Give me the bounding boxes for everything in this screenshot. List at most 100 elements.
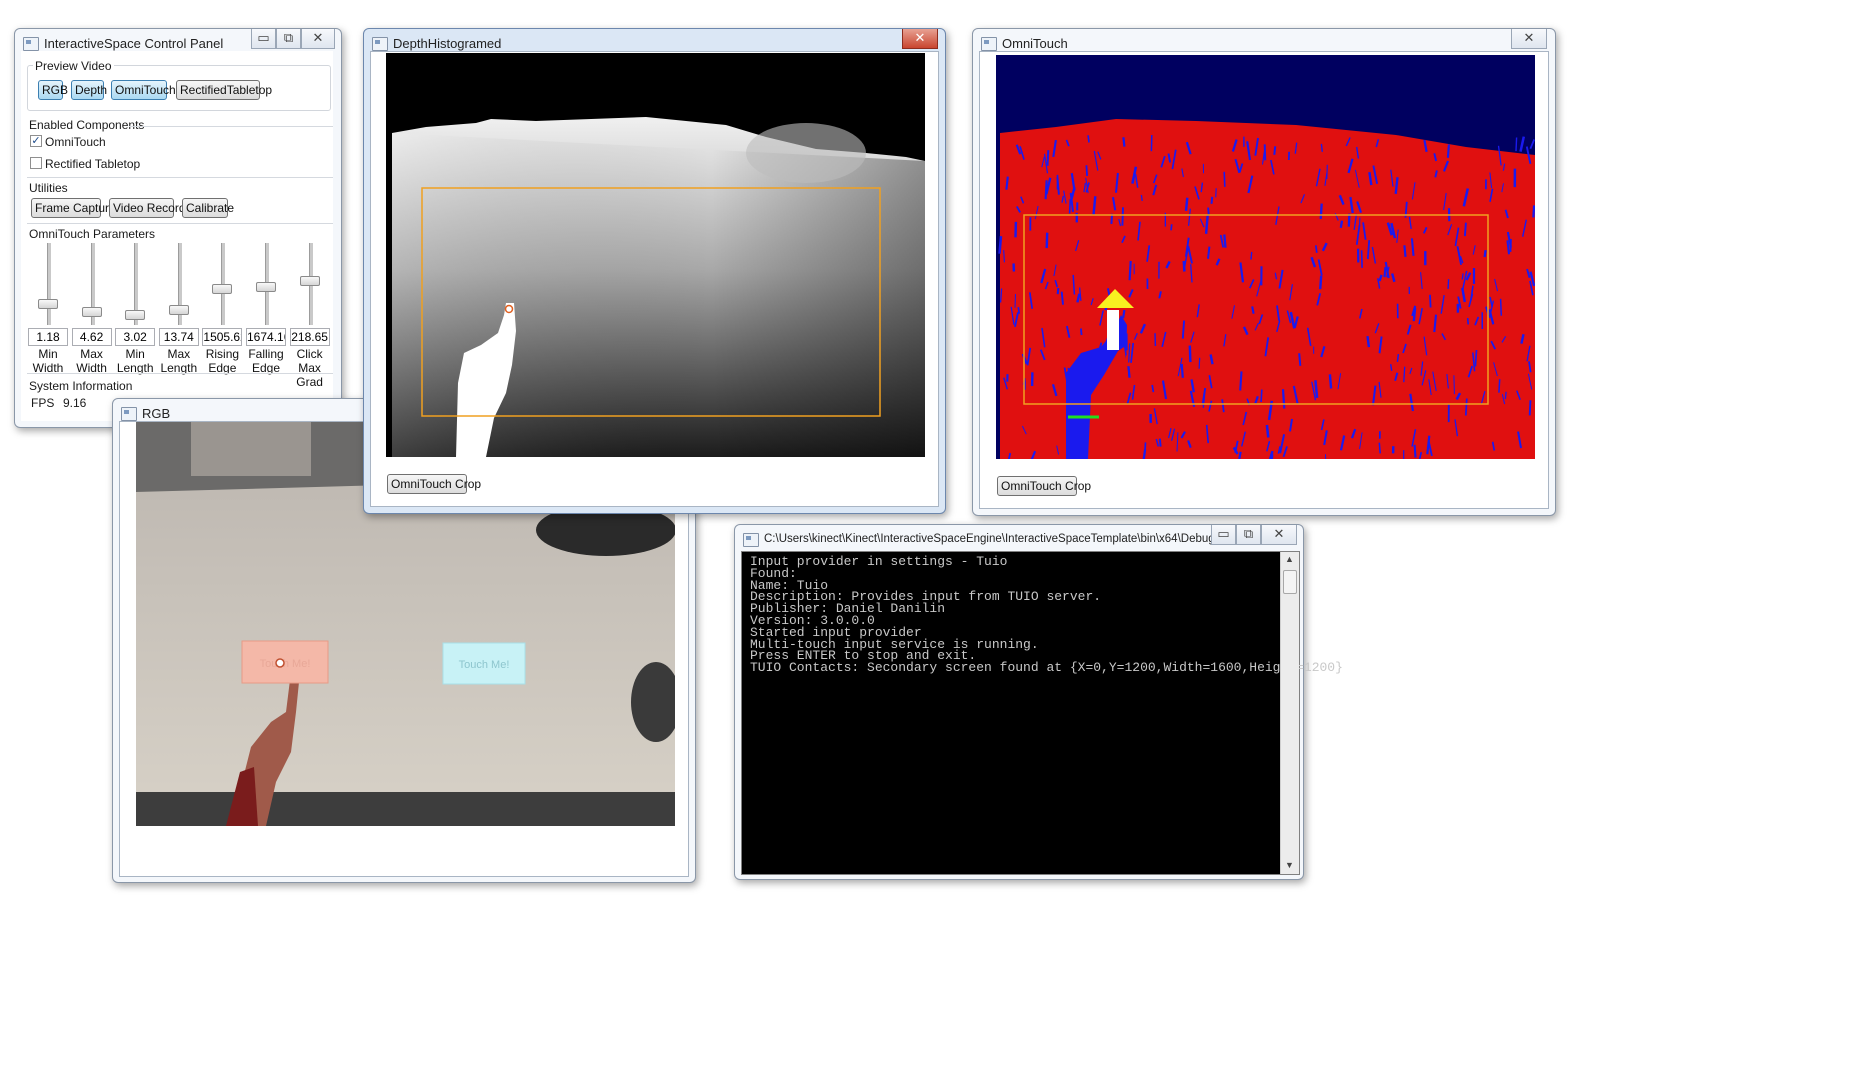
texture-streak	[1378, 442, 1381, 454]
scroll-up-icon[interactable]: ▲	[1285, 554, 1294, 564]
depth-title: DepthHistogramed	[393, 36, 502, 51]
param-value-box[interactable]: 218.65	[289, 328, 330, 346]
texture-streak	[1121, 207, 1124, 226]
texture-streak	[1328, 374, 1333, 389]
param-slider-thumb[interactable]	[38, 298, 58, 309]
texture-streak	[1319, 275, 1323, 290]
param-value-box[interactable]: 4.62	[71, 328, 112, 346]
window-icon	[23, 37, 39, 51]
texture-streak	[1265, 424, 1270, 438]
param-slider-thumb[interactable]	[168, 305, 189, 316]
omnitouch-crop-button[interactable]: OmniTouch Crop	[997, 476, 1091, 496]
texture-streak	[1532, 205, 1535, 218]
texture-streak	[1210, 196, 1214, 204]
close-icon[interactable]: ✕	[902, 29, 938, 49]
texture-streak	[1003, 250, 1005, 263]
texture-streak	[1080, 328, 1083, 336]
texture-streak	[1314, 245, 1318, 253]
texture-streak	[1182, 260, 1186, 272]
texture-streak	[1140, 194, 1143, 201]
texture-streak	[1223, 171, 1226, 187]
texture-streak	[1498, 379, 1501, 393]
param-value-box[interactable]: 1674.16	[246, 328, 286, 346]
fps-value: 9.16	[63, 396, 87, 410]
texture-streak	[1151, 384, 1155, 393]
texture-streak	[1403, 245, 1407, 258]
texture-streak	[1250, 251, 1253, 260]
system-information-label: System Information	[29, 379, 133, 393]
texture-streak	[1483, 250, 1487, 258]
param-name-label: Rising Edge	[199, 347, 245, 375]
texture-streak	[1273, 146, 1277, 155]
texture-streak	[1223, 234, 1227, 248]
omnitouch-parameter-sliders: 1.18 Min Width 4.62 Max Width 3.02 Min Length 13.…	[21, 51, 333, 421]
omnitouch-view	[996, 55, 1535, 459]
texture-streak	[1504, 391, 1507, 400]
param-name-line: Rising	[205, 347, 240, 361]
texture-streak	[1207, 246, 1211, 259]
divider	[27, 373, 333, 374]
param-value-box[interactable]: 1.18	[28, 328, 68, 346]
param-name-line: Click Max	[296, 347, 323, 375]
param-name-line: Max	[80, 347, 103, 361]
param-name-line: Grad	[296, 375, 323, 389]
omnitouch-title: OmniTouch	[1002, 36, 1068, 51]
scroll-down-icon[interactable]: ▼	[1285, 860, 1294, 870]
texture-streak	[1046, 150, 1050, 166]
console-line: Input provider in settings - Tuio	[750, 554, 1008, 569]
texture-streak	[1447, 279, 1450, 289]
texture-streak	[1198, 357, 1201, 369]
param-slider-thumb[interactable]	[212, 283, 233, 294]
param-name-label: Min Width	[25, 347, 71, 375]
texture-streak	[1390, 364, 1393, 372]
touch-point-marker	[275, 658, 285, 668]
close-icon[interactable]: ✕	[1261, 525, 1297, 545]
texture-streak	[1005, 176, 1009, 190]
texture-streak	[1396, 354, 1400, 362]
texture-streak	[1515, 137, 1518, 152]
texture-streak	[1170, 224, 1173, 231]
rgb-title: RGB	[142, 406, 171, 421]
close-icon[interactable]: ✕	[301, 29, 335, 49]
texture-streak	[1087, 135, 1090, 143]
param-slider-thumb[interactable]	[299, 275, 320, 286]
param-value-box[interactable]: 1505.62	[202, 328, 243, 346]
texture-streak	[1128, 260, 1132, 281]
texture-streak	[1499, 298, 1503, 316]
fingertip-marker	[504, 304, 514, 314]
param-slider-track[interactable]	[47, 243, 51, 325]
minimize-icon[interactable]: ▭	[1211, 525, 1236, 545]
param-name-label: Min Length	[112, 347, 158, 375]
omnitouch-crop-button[interactable]: OmniTouch Crop	[387, 474, 481, 494]
texture-streak	[1366, 335, 1371, 348]
texture-streak	[1320, 143, 1323, 152]
param-value-box[interactable]: 3.02	[115, 328, 156, 346]
console-titlebar[interactable]: C:\Users\kinect\Kinect\InteractiveSpaceE…	[735, 525, 1303, 553]
control-panel-window: InteractiveSpace Control Panel ▭ ⧉ ✕ Pre…	[14, 28, 342, 428]
depth-view	[386, 53, 925, 457]
texture-streak	[1339, 220, 1344, 228]
texture-streak	[1180, 363, 1184, 378]
console-title: C:\Users\kinect\Kinect\InteractiveSpaceE…	[764, 533, 1268, 545]
param-name-line: Falling	[248, 347, 284, 361]
param-name-line: Min	[125, 347, 145, 361]
texture-streak	[1122, 309, 1126, 319]
maximize-icon[interactable]: ⧉	[1236, 525, 1261, 545]
scroll-thumb[interactable]	[1283, 570, 1297, 594]
texture-streak	[1429, 294, 1432, 308]
texture-streak	[1204, 214, 1209, 234]
minimize-icon[interactable]: ▭	[251, 29, 276, 49]
omnitouch-client: OmniTouch Crop	[979, 51, 1549, 509]
texture-streak	[1085, 165, 1088, 176]
close-icon[interactable]: ✕	[1511, 29, 1547, 49]
texture-streak	[1251, 306, 1255, 314]
param-value-box[interactable]: 13.74	[158, 328, 199, 346]
maximize-icon[interactable]: ⧉	[276, 29, 301, 49]
texture-streak	[1461, 273, 1464, 280]
texture-streak	[1045, 232, 1049, 249]
param-slider-thumb[interactable]	[125, 310, 146, 321]
param-slider-thumb[interactable]	[81, 306, 102, 317]
console-scrollbar[interactable]: ▲ ▼	[1280, 552, 1299, 874]
param-name-label: Max Width	[69, 347, 115, 375]
param-slider-thumb[interactable]	[256, 282, 276, 293]
